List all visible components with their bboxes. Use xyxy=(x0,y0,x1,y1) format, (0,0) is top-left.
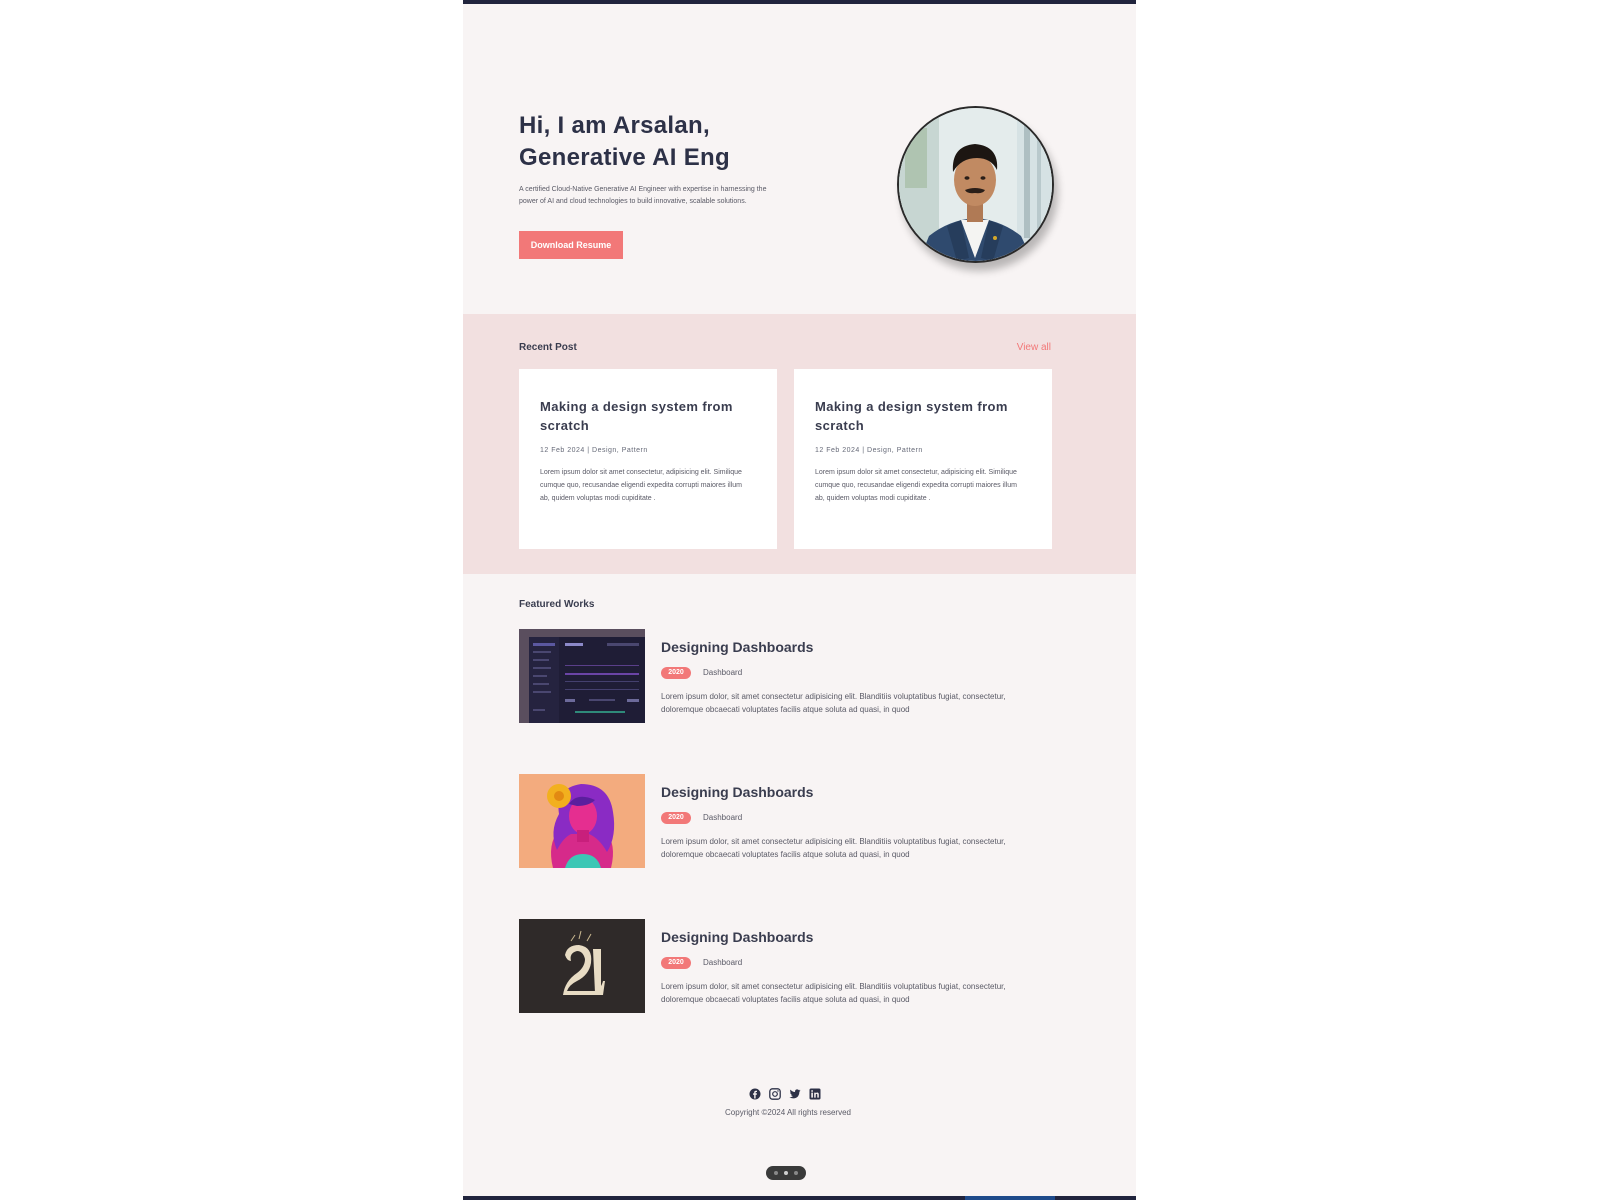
top-bar xyxy=(463,0,1136,4)
hero-description: A certified Cloud-Native Generative AI E… xyxy=(519,186,767,205)
work-title[interactable]: Designing Dashboards xyxy=(661,784,813,800)
work-title[interactable]: Designing Dashboards xyxy=(661,929,813,945)
download-resume-button[interactable]: Download Resume xyxy=(519,231,623,259)
post-card[interactable]: Making a design system from scratch 12 F… xyxy=(794,369,1052,549)
post-excerpt: Lorem ipsum dolor sit amet consectetur, … xyxy=(540,469,742,502)
work-tag: Dashboard xyxy=(703,668,743,677)
recent-posts-section: Recent Post View all Making a design sys… xyxy=(463,314,1136,574)
recent-posts-title: Recent Post xyxy=(519,342,577,353)
view-all-link[interactable]: View all xyxy=(1017,342,1051,353)
year-badge: 2020 xyxy=(661,957,691,969)
hero-title: Hi, I am Arsalan, Generative AI Eng xyxy=(519,110,839,174)
year-badge: 2020 xyxy=(661,667,691,679)
facebook-icon[interactable] xyxy=(749,1087,761,1100)
post-title[interactable]: Making a design system from scratch xyxy=(540,397,760,435)
copyright-text: Copyright ©2024 All rights reserved xyxy=(725,1108,851,1117)
work-item[interactable]: Designing Dashboards 2020 Dashboard Lore… xyxy=(519,919,1059,1014)
post-card[interactable]: Making a design system from scratch 12 F… xyxy=(519,369,777,549)
avatar xyxy=(897,106,1054,263)
work-description: Lorem ipsum dolor, sit amet consectetur … xyxy=(661,982,1006,1004)
post-meta: 12 Feb 2024 | Design, Pattern xyxy=(815,447,923,454)
indicator-dot xyxy=(784,1171,788,1175)
post-meta: 12 Feb 2024 | Design, Pattern xyxy=(540,447,648,454)
work-item[interactable]: Designing Dashboards 2020 Dashboard Lore… xyxy=(519,774,1059,869)
instagram-icon[interactable] xyxy=(769,1087,781,1100)
year-badge: 2020 xyxy=(661,812,691,824)
social-links xyxy=(749,1087,829,1101)
work-description: Lorem ipsum dolor, sit amet consectetur … xyxy=(661,837,1006,859)
featured-works-title: Featured Works xyxy=(519,599,595,610)
bottom-bar-accent xyxy=(965,1196,1055,1200)
profile-photo-icon xyxy=(899,108,1052,261)
hero-title-line1: Hi, I am Arsalan, xyxy=(519,112,710,139)
typography-thumbnail-icon[interactable] xyxy=(519,919,645,1013)
indicator-dot xyxy=(774,1171,778,1175)
illustration-thumbnail-icon[interactable] xyxy=(519,774,645,868)
post-title[interactable]: Making a design system from scratch xyxy=(815,397,1035,435)
work-tag: Dashboard xyxy=(703,813,743,822)
linkedin-icon[interactable] xyxy=(809,1087,821,1100)
work-title[interactable]: Designing Dashboards xyxy=(661,639,813,655)
work-tag: Dashboard xyxy=(703,958,743,967)
hero-title-line2: Generative AI Eng xyxy=(519,144,730,171)
bottom-bar xyxy=(463,1196,1136,1200)
work-item[interactable]: Designing Dashboards 2020 Dashboard Lore… xyxy=(519,629,1059,724)
portfolio-page: Hi, I am Arsalan, Generative AI Eng A ce… xyxy=(463,0,1136,1200)
indicator-dot xyxy=(794,1171,798,1175)
scroll-indicator[interactable] xyxy=(766,1166,806,1180)
twitter-icon[interactable] xyxy=(789,1087,801,1099)
dashboard-thumbnail-icon[interactable] xyxy=(519,629,645,723)
post-excerpt: Lorem ipsum dolor sit amet consectetur, … xyxy=(815,469,1017,502)
work-description: Lorem ipsum dolor, sit amet consectetur … xyxy=(661,692,1006,714)
